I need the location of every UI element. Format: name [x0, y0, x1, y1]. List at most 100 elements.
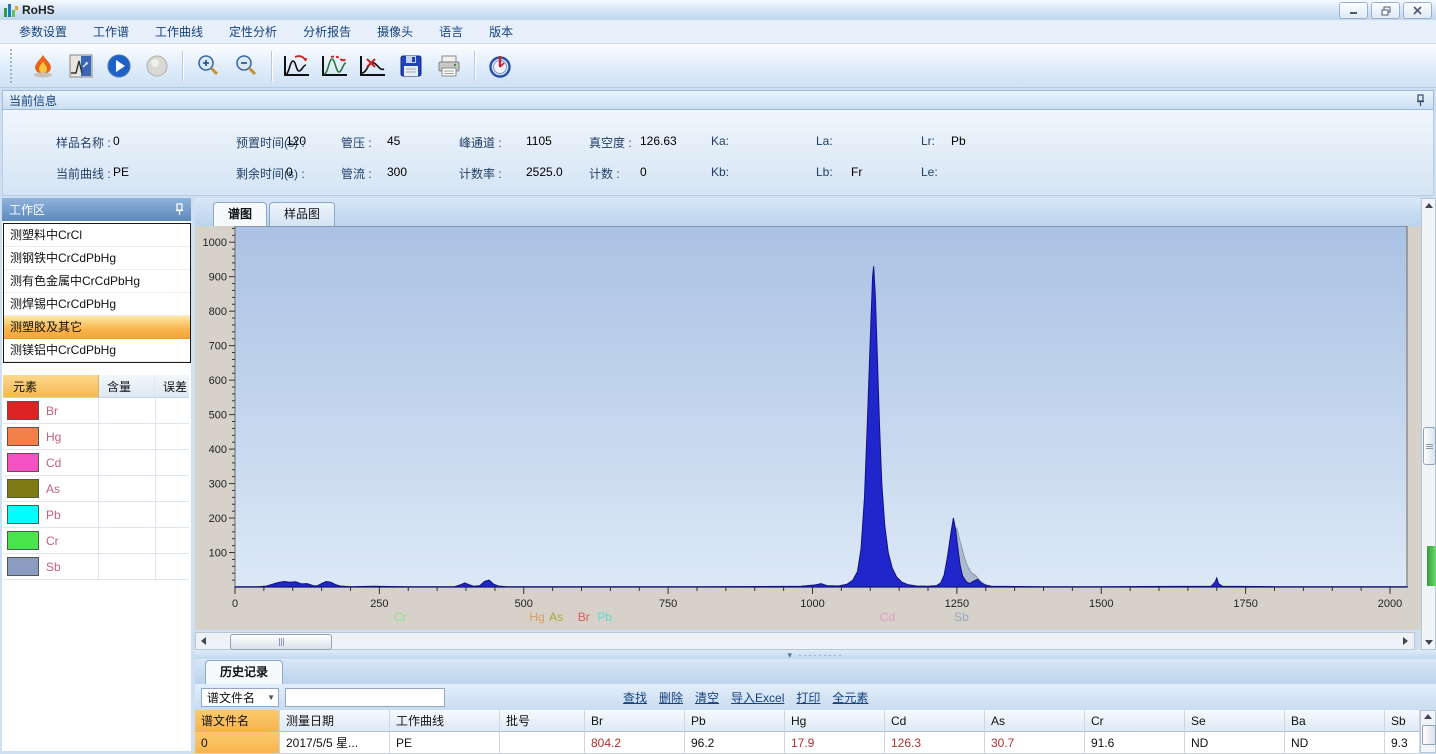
tab-spectrum[interactable]: 谱图 — [213, 202, 267, 226]
zoom-in-icon[interactable] — [191, 49, 225, 83]
filter-field-dropdown[interactable]: 谱文件名 ▼ — [201, 688, 279, 707]
workspace-item[interactable]: 测塑胶及其它 — [4, 316, 190, 339]
workspace-list: 测塑料中CrCl测钢铁中CrCdPbHg测有色金属中CrCdPbHg测焊锡中Cr… — [3, 223, 191, 363]
svg-text:1500: 1500 — [1089, 598, 1113, 610]
info-label-0-4: 真空度 : — [589, 134, 632, 151]
scroll-right-icon[interactable] — [1398, 633, 1413, 649]
history-table-scrollbar[interactable] — [1420, 710, 1436, 753]
element-error-cell — [156, 502, 189, 527]
start-icon[interactable] — [102, 49, 136, 83]
window-title: RoHS — [22, 3, 55, 17]
workspace-sidebar: 工作区 测塑料中CrCl测钢铁中CrCdPbHg测有色金属中CrCdPbHg测焊… — [2, 198, 191, 751]
history-cell: 30.7 — [985, 732, 1085, 754]
save-icon[interactable] — [394, 49, 428, 83]
stop-icon[interactable] — [140, 49, 174, 83]
green-indicator — [1427, 546, 1436, 586]
info-value-0-0: 0 — [113, 134, 120, 148]
pin-icon[interactable] — [175, 203, 184, 219]
tab-history[interactable]: 历史记录 — [205, 660, 283, 684]
history-scroll-thumb[interactable] — [1422, 725, 1436, 745]
chart-v-scrollbar[interactable] — [1421, 198, 1436, 650]
element-row[interactable]: Hg — [3, 424, 189, 450]
history-action-3[interactable]: 清空 — [695, 691, 719, 705]
curve-fit-icon[interactable] — [280, 49, 314, 83]
workspace-item[interactable]: 测有色金属中CrCdPbHg — [4, 270, 190, 293]
toolbar-separator — [271, 51, 272, 81]
history-action-6[interactable]: 全元素 — [832, 691, 868, 705]
menu-item-5[interactable]: 分析报告 — [290, 20, 364, 43]
history-cell — [500, 732, 585, 754]
scroll-up-icon[interactable] — [1422, 199, 1435, 212]
workspace-item[interactable]: 测塑料中CrCl — [4, 224, 190, 247]
chart-h-scrollbar[interactable] — [195, 632, 1415, 650]
current-info-header: 当前信息 — [2, 90, 1434, 110]
splitter-grip[interactable]: ▾ ········· — [788, 653, 844, 657]
history-col-测量日期: 测量日期 — [280, 710, 390, 732]
element-row[interactable]: Cd — [3, 450, 189, 476]
spectrum-image-icon[interactable] — [64, 49, 98, 83]
svg-text:900: 900 — [209, 272, 227, 284]
v-scroll-thumb[interactable] — [1423, 427, 1436, 465]
history-col-Cr: Cr — [1085, 710, 1185, 732]
flame-icon[interactable] — [26, 49, 60, 83]
curve-mark-icon[interactable] — [356, 49, 390, 83]
marker-Br: Br — [578, 610, 590, 624]
svg-text:750: 750 — [659, 598, 677, 610]
history-cell: PE — [390, 732, 500, 754]
h-scroll-thumb[interactable] — [230, 634, 332, 650]
menu-item-8[interactable]: 版本 — [476, 20, 526, 43]
spectrum-chart[interactable]: 1002003004005006007008009001000025050075… — [195, 226, 1421, 630]
titlebar: RoHS — [0, 0, 1436, 21]
menu-item-4[interactable]: 定性分析 — [216, 20, 290, 43]
workspace-item[interactable]: 测焊锡中CrCdPbHg — [4, 293, 190, 316]
info-label-1-6: Lb: — [816, 165, 833, 179]
element-row[interactable]: Br — [3, 398, 189, 424]
close-button[interactable] — [1403, 2, 1432, 19]
info-label-1-2: 管流 : — [341, 165, 372, 182]
panel-splitter[interactable]: ▾ ········· — [195, 650, 1436, 659]
workspace-item[interactable]: 测镁铝中CrCdPbHg — [4, 339, 190, 362]
minimize-button[interactable] — [1339, 2, 1368, 19]
zoom-out-icon[interactable] — [229, 49, 263, 83]
menu-item-7[interactable]: 语言 — [426, 20, 476, 43]
curve-compare-icon[interactable] — [318, 49, 352, 83]
svg-text:2000: 2000 — [1378, 598, 1402, 610]
menu-item-1[interactable]: 参数设置 — [6, 20, 80, 43]
workspace-item[interactable]: 测钢铁中CrCdPbHg — [4, 247, 190, 270]
element-row[interactable]: Sb — [3, 554, 189, 580]
info-label-1-0: 当前曲线 : — [56, 165, 111, 182]
element-column-header: 元素 — [3, 375, 99, 397]
scroll-left-icon[interactable] — [196, 633, 211, 649]
element-content-cell — [99, 398, 156, 423]
history-action-2[interactable]: 删除 — [659, 691, 683, 705]
history-col-工作曲线: 工作曲线 — [390, 710, 500, 732]
history-col-Pb: Pb — [685, 710, 785, 732]
power-icon[interactable] — [483, 49, 517, 83]
svg-text:700: 700 — [209, 341, 227, 353]
scroll-down-icon[interactable] — [1422, 636, 1435, 649]
tab-sample-image[interactable]: 样品图 — [269, 202, 335, 226]
print-icon[interactable] — [432, 49, 466, 83]
history-search-input[interactable] — [285, 688, 445, 707]
element-row[interactable]: Cr — [3, 528, 189, 554]
history-action-1[interactable]: 查找 — [623, 691, 647, 705]
menu-item-6[interactable]: 摄像头 — [364, 20, 426, 43]
history-action-4[interactable]: 导入Excel — [731, 691, 784, 705]
element-row[interactable]: As — [3, 476, 189, 502]
info-label-1-1: 剩余时间(s) : — [236, 165, 305, 182]
info-value-1-6: Fr — [851, 165, 862, 179]
history-table-row[interactable]: 02017/5/5 星...PE804.296.217.9126.330.791… — [195, 732, 1436, 754]
info-label-0-6: La: — [816, 134, 833, 148]
history-col-As: As — [985, 710, 1085, 732]
restore-button[interactable] — [1371, 2, 1400, 19]
menu-item-3[interactable]: 工作曲线 — [142, 20, 216, 43]
menu-item-2[interactable]: 工作谱 — [80, 20, 142, 43]
element-row[interactable]: Pb — [3, 502, 189, 528]
history-action-5[interactable]: 打印 — [796, 691, 820, 705]
svg-text:200: 200 — [209, 513, 227, 525]
svg-text:100: 100 — [209, 548, 227, 560]
marker-Cr: Cr — [394, 610, 407, 624]
info-label-0-3: 峰通道 : — [459, 134, 502, 151]
pin-icon[interactable] — [1416, 94, 1425, 110]
element-color-swatch — [7, 427, 39, 446]
